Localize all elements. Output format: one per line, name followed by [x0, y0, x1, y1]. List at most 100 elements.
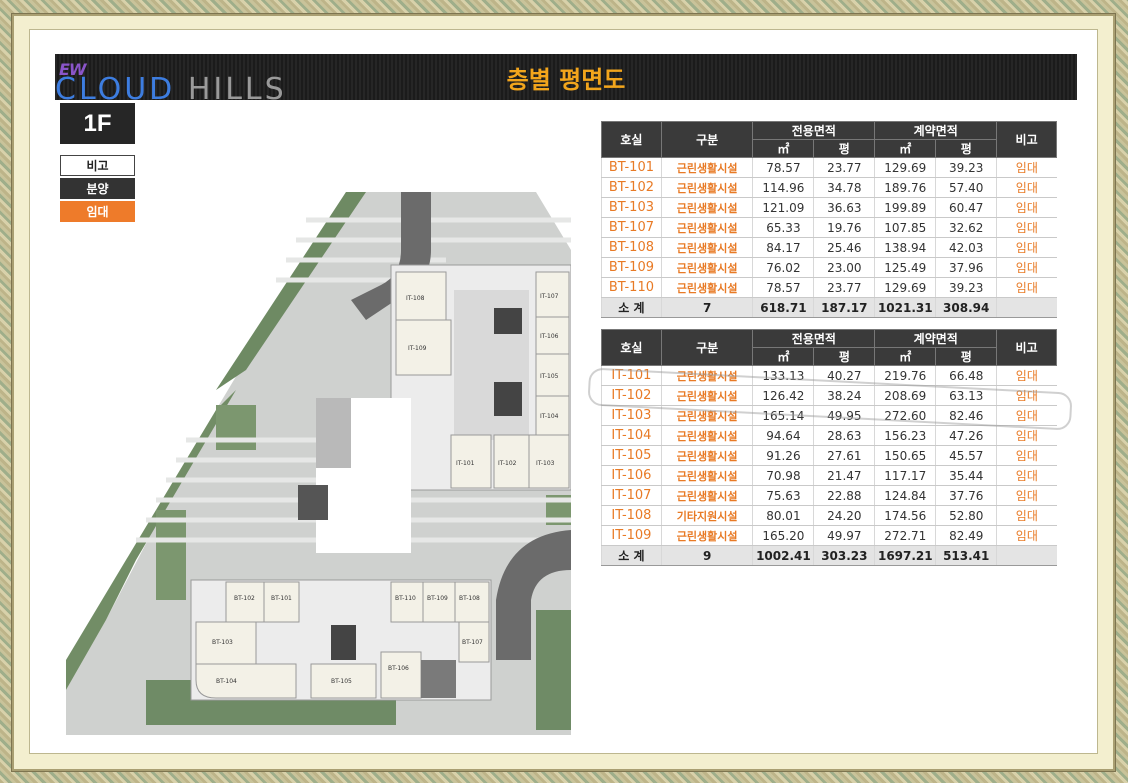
th-pyeong: 평 [813, 139, 876, 158]
page-title: 층별 평면도 [506, 66, 626, 94]
cell-contract-sqm: 138.94 [874, 237, 936, 258]
cell-status: 임대 [996, 445, 1057, 466]
table-row: IT-106 근린생활시설 70.98 21.47 117.17 35.44 임대 [601, 465, 1057, 486]
floor-plan: IT-108 IT-107 IT-109 IT-106 IT-105 IT-10… [66, 192, 571, 735]
cell-contract-pyeong: 42.03 [935, 237, 997, 258]
cell-exclusive-pyeong: 27.61 [813, 445, 875, 466]
cell-status: 임대 [996, 525, 1057, 546]
plan-label-bt-101: BT-101 [271, 595, 292, 602]
cell-exclusive-sqm: 165.20 [752, 525, 814, 546]
cell-exclusive-pyeong: 23.77 [813, 277, 875, 298]
cell-exclusive-pyeong: 19.76 [813, 217, 875, 238]
cell-room: IT-106 [601, 465, 662, 486]
cell-room: IT-105 [601, 445, 662, 466]
room-bt-101 [263, 581, 300, 623]
table-row: BT-109 근린생활시설 76.02 23.00 125.49 37.96 임대 [601, 257, 1057, 278]
small-core [298, 485, 328, 520]
table-row: BT-110 근린생활시설 78.57 23.77 129.69 39.23 임대 [601, 277, 1057, 298]
cell-contract-sqm: 125.49 [874, 257, 936, 278]
cell-category: 근린생활시설 [660, 157, 753, 178]
cell-category: 근린생활시설 [660, 445, 753, 466]
subtotal-label: 소 계 [601, 297, 662, 318]
green-patch-1 [216, 405, 256, 450]
cell-category: 근린생활시설 [660, 277, 753, 298]
plan-label-bt-110: BT-110 [395, 595, 416, 602]
cell-status: 임대 [996, 177, 1057, 198]
th-remark: 비고 [996, 121, 1057, 158]
cell-exclusive-sqm: 121.09 [752, 197, 814, 218]
cell-exclusive-pyeong: 34.78 [813, 177, 875, 198]
cell-exclusive-sqm: 80.01 [752, 505, 814, 526]
th-room: 호실 [601, 121, 662, 158]
plan-label-it-108: IT-108 [406, 295, 425, 302]
cell-contract-sqm: 156.23 [874, 425, 936, 446]
cell-category: 근린생활시설 [660, 217, 753, 238]
plan-label-it-105: IT-105 [540, 373, 559, 380]
cell-contract-pyeong: 45.57 [935, 445, 997, 466]
cell-contract-pyeong: 57.40 [935, 177, 997, 198]
cell-status: 임대 [996, 277, 1057, 298]
cell-category: 기타지원시설 [660, 505, 753, 526]
table-row: BT-103 근린생활시설 121.09 36.63 199.89 60.47 임대 [601, 197, 1057, 218]
cell-contract-pyeong: 39.23 [935, 277, 997, 298]
cell-status: 임대 [996, 217, 1057, 238]
plan-label-bt-104: BT-104 [216, 678, 237, 685]
cell-status: 임대 [996, 505, 1057, 526]
cell-status: 임대 [996, 237, 1057, 258]
th-sqm: ㎡ [874, 139, 937, 158]
cell-contract-pyeong: 66.48 [935, 365, 997, 386]
cell-contract-sqm: 174.56 [874, 505, 936, 526]
cell-room: BT-108 [601, 237, 662, 258]
cell-exclusive-sqm: 65.33 [752, 217, 814, 238]
cell-contract-pyeong: 35.44 [935, 465, 997, 486]
plan-label-bt-108: BT-108 [459, 595, 480, 602]
cell-exclusive-sqm: 91.26 [752, 445, 814, 466]
table-row: IT-105 근린생활시설 91.26 27.61 150.65 45.57 임대 [601, 445, 1057, 466]
room-bt-110 [390, 581, 424, 623]
cell-contract-sqm: 117.17 [874, 465, 936, 486]
subtotal-count: 9 [660, 545, 753, 566]
cell-contract-pyeong: 32.62 [935, 217, 997, 238]
th-room: 호실 [601, 329, 662, 366]
cell-category: 근린생활시설 [660, 425, 753, 446]
cell-category: 근린생활시설 [660, 465, 753, 486]
cell-contract-pyeong: 39.23 [935, 157, 997, 178]
cell-category: 근린생활시설 [660, 257, 753, 278]
subtotal-exclusive-pyeong: 303.23 [813, 545, 875, 566]
th-exclusive-area: 전용면적 [752, 121, 876, 140]
cell-contract-pyeong: 37.96 [935, 257, 997, 278]
room-bt-109 [422, 581, 456, 623]
cell-contract-pyeong: 47.26 [935, 425, 997, 446]
legend-remark: 비고 [60, 155, 135, 176]
bt-core-2 [421, 660, 456, 698]
cell-exclusive-sqm: 84.17 [752, 237, 814, 258]
subtotal-row: 소 계 7 618.71 187.17 1021.31 308.94 [601, 297, 1057, 318]
cell-category: 근린생활시설 [660, 177, 753, 198]
cell-exclusive-sqm: 78.57 [752, 277, 814, 298]
cell-contract-pyeong: 82.49 [935, 525, 997, 546]
cell-status: 임대 [996, 465, 1057, 486]
plaza-stairs [316, 398, 351, 468]
cell-category: 근린생활시설 [660, 237, 753, 258]
subtotal-exclusive-pyeong: 187.17 [813, 297, 875, 318]
subtotal-contract-pyeong: 513.41 [935, 545, 997, 566]
plan-label-bt-106: BT-106 [388, 665, 409, 672]
cell-contract-pyeong: 37.76 [935, 485, 997, 506]
cell-room: IT-107 [601, 485, 662, 506]
cell-exclusive-sqm: 114.96 [752, 177, 814, 198]
cell-contract-sqm: 189.76 [874, 177, 936, 198]
cell-exclusive-pyeong: 25.46 [813, 237, 875, 258]
cell-exclusive-pyeong: 28.63 [813, 425, 875, 446]
cell-status: 임대 [996, 257, 1057, 278]
room-bt-102 [225, 581, 265, 623]
th-sqm: ㎡ [874, 347, 937, 366]
cell-exclusive-pyeong: 21.47 [813, 465, 875, 486]
th-category: 구분 [660, 329, 754, 366]
subtotal-remark [996, 545, 1057, 566]
plan-label-it-104: IT-104 [540, 413, 559, 420]
header-bar: EW CLOUD HILLS 층별 평면도 [55, 54, 1077, 100]
table-row: BT-102 근린생활시설 114.96 34.78 189.76 57.40 임대 [601, 177, 1057, 198]
subtotal-contract-pyeong: 308.94 [935, 297, 997, 318]
plan-label-bt-102: BT-102 [234, 595, 255, 602]
cell-exclusive-pyeong: 23.00 [813, 257, 875, 278]
